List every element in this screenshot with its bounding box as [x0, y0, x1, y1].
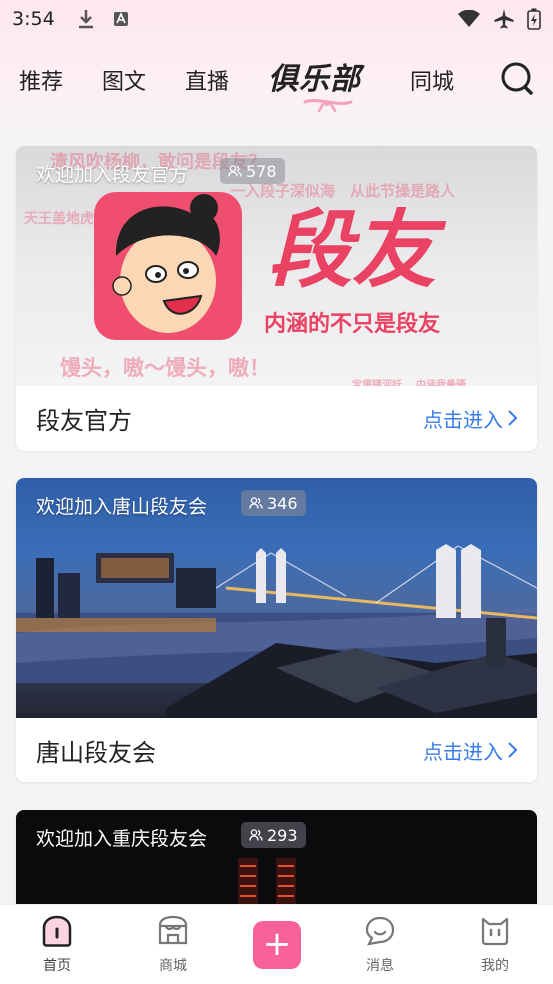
club-card-official[interactable]: 清风吹杨柳，敢问是段友？ 一入段子深似海 从此节操是路人 天王盖地虎 段友 内涵… — [16, 146, 537, 451]
enter-link-label: 点击进入 — [423, 739, 503, 764]
home-icon — [42, 915, 72, 947]
chevron-right-icon — [508, 742, 518, 758]
club-card-footer: 唐山段友会 点击进入 — [16, 718, 537, 782]
official-banner-bg-line-5: 宝塔镇河妖 — [352, 380, 402, 386]
message-icon — [365, 916, 395, 946]
members-icon — [249, 829, 263, 841]
download-icon — [78, 10, 93, 29]
status-time: 3:54 — [12, 8, 55, 30]
club-banner-official: 清风吹杨柳，敢问是段友？ 一入段子深似海 从此节操是路人 天王盖地虎 段友 内涵… — [16, 146, 537, 386]
active-tab-ribbon — [303, 99, 353, 112]
tab-image-text[interactable]: 图文 — [102, 64, 146, 96]
member-count: 346 — [267, 493, 298, 513]
search-button[interactable] — [499, 60, 537, 98]
tab-home-label: 首页 — [43, 958, 71, 974]
tab-shop[interactable]: 商城 — [138, 915, 208, 975]
chevron-right-icon — [508, 410, 518, 426]
club-card-chongqing[interactable]: 欢迎加入重庆段友会 293 — [16, 810, 537, 904]
status-bar: 3:54 — [0, 0, 553, 38]
club-welcome-text: 欢迎加入段友官方 — [36, 164, 189, 186]
official-banner-bg-line-3: 馒头，嗷～馒头，嗷！ — [60, 356, 270, 380]
tab-club[interactable]: 俱乐部 — [268, 54, 361, 98]
wifi-icon — [458, 10, 480, 27]
search-icon — [501, 62, 533, 95]
shop-icon — [158, 915, 188, 945]
tab-profile[interactable]: 我的 — [460, 915, 530, 975]
official-banner-bg-line-4: 天王盖地虎 — [24, 211, 94, 227]
tab-shop-label: 商城 — [159, 958, 187, 974]
club-welcome-text: 欢迎加入重庆段友会 — [36, 828, 208, 850]
club-banner-chongqing: 欢迎加入重庆段友会 293 — [16, 810, 537, 904]
enter-link-label: 点击进入 — [423, 407, 503, 432]
enter-club-link[interactable]: 点击进入 — [423, 404, 519, 433]
profile-icon — [481, 917, 509, 946]
battery-icon — [527, 8, 541, 30]
top-nav: 推荐 图文 直播 俱乐部 同城 — [0, 52, 553, 112]
club-name: 段友官方 — [36, 406, 132, 435]
club-banner-tangshan: 欢迎加入唐山段友会 346 — [16, 478, 537, 718]
club-welcome-text: 欢迎加入唐山段友会 — [36, 496, 208, 518]
member-count: 293 — [267, 825, 298, 845]
tab-messages[interactable]: 消息 — [345, 915, 415, 975]
official-banner-logo-text: 段友 — [268, 201, 437, 299]
member-count-badge: 293 — [241, 822, 306, 848]
tab-recommend[interactable]: 推荐 — [19, 64, 63, 96]
club-card-footer: 段友官方 点击进入 — [16, 386, 537, 450]
app-notification-icon — [113, 12, 128, 26]
airplane-mode-icon — [494, 9, 514, 29]
enter-club-link[interactable]: 点击进入 — [423, 736, 519, 765]
member-count-badge: 346 — [241, 490, 306, 516]
members-icon — [249, 497, 263, 509]
tab-profile-label: 我的 — [481, 958, 509, 974]
tab-local[interactable]: 同城 — [410, 64, 454, 96]
tab-live[interactable]: 直播 — [185, 64, 229, 96]
create-post-button[interactable]: + — [253, 921, 301, 969]
tab-messages-label: 消息 — [366, 958, 394, 974]
official-banner-slogan: 内涵的不只是段友 — [264, 312, 441, 337]
official-banner-bg-line-6: 内涵我最骚 — [416, 380, 466, 386]
members-icon — [228, 165, 242, 177]
bottom-tab-bar: 首页 商城 + 消息 我的 — [0, 904, 553, 984]
member-count: 578 — [246, 161, 277, 181]
member-count-badge: 578 — [220, 158, 285, 184]
club-card-tangshan[interactable]: 欢迎加入唐山段友会 346 唐山段友会 点击进入 — [16, 478, 537, 782]
club-name: 唐山段友会 — [36, 738, 156, 767]
tab-home[interactable]: 首页 — [22, 915, 92, 975]
